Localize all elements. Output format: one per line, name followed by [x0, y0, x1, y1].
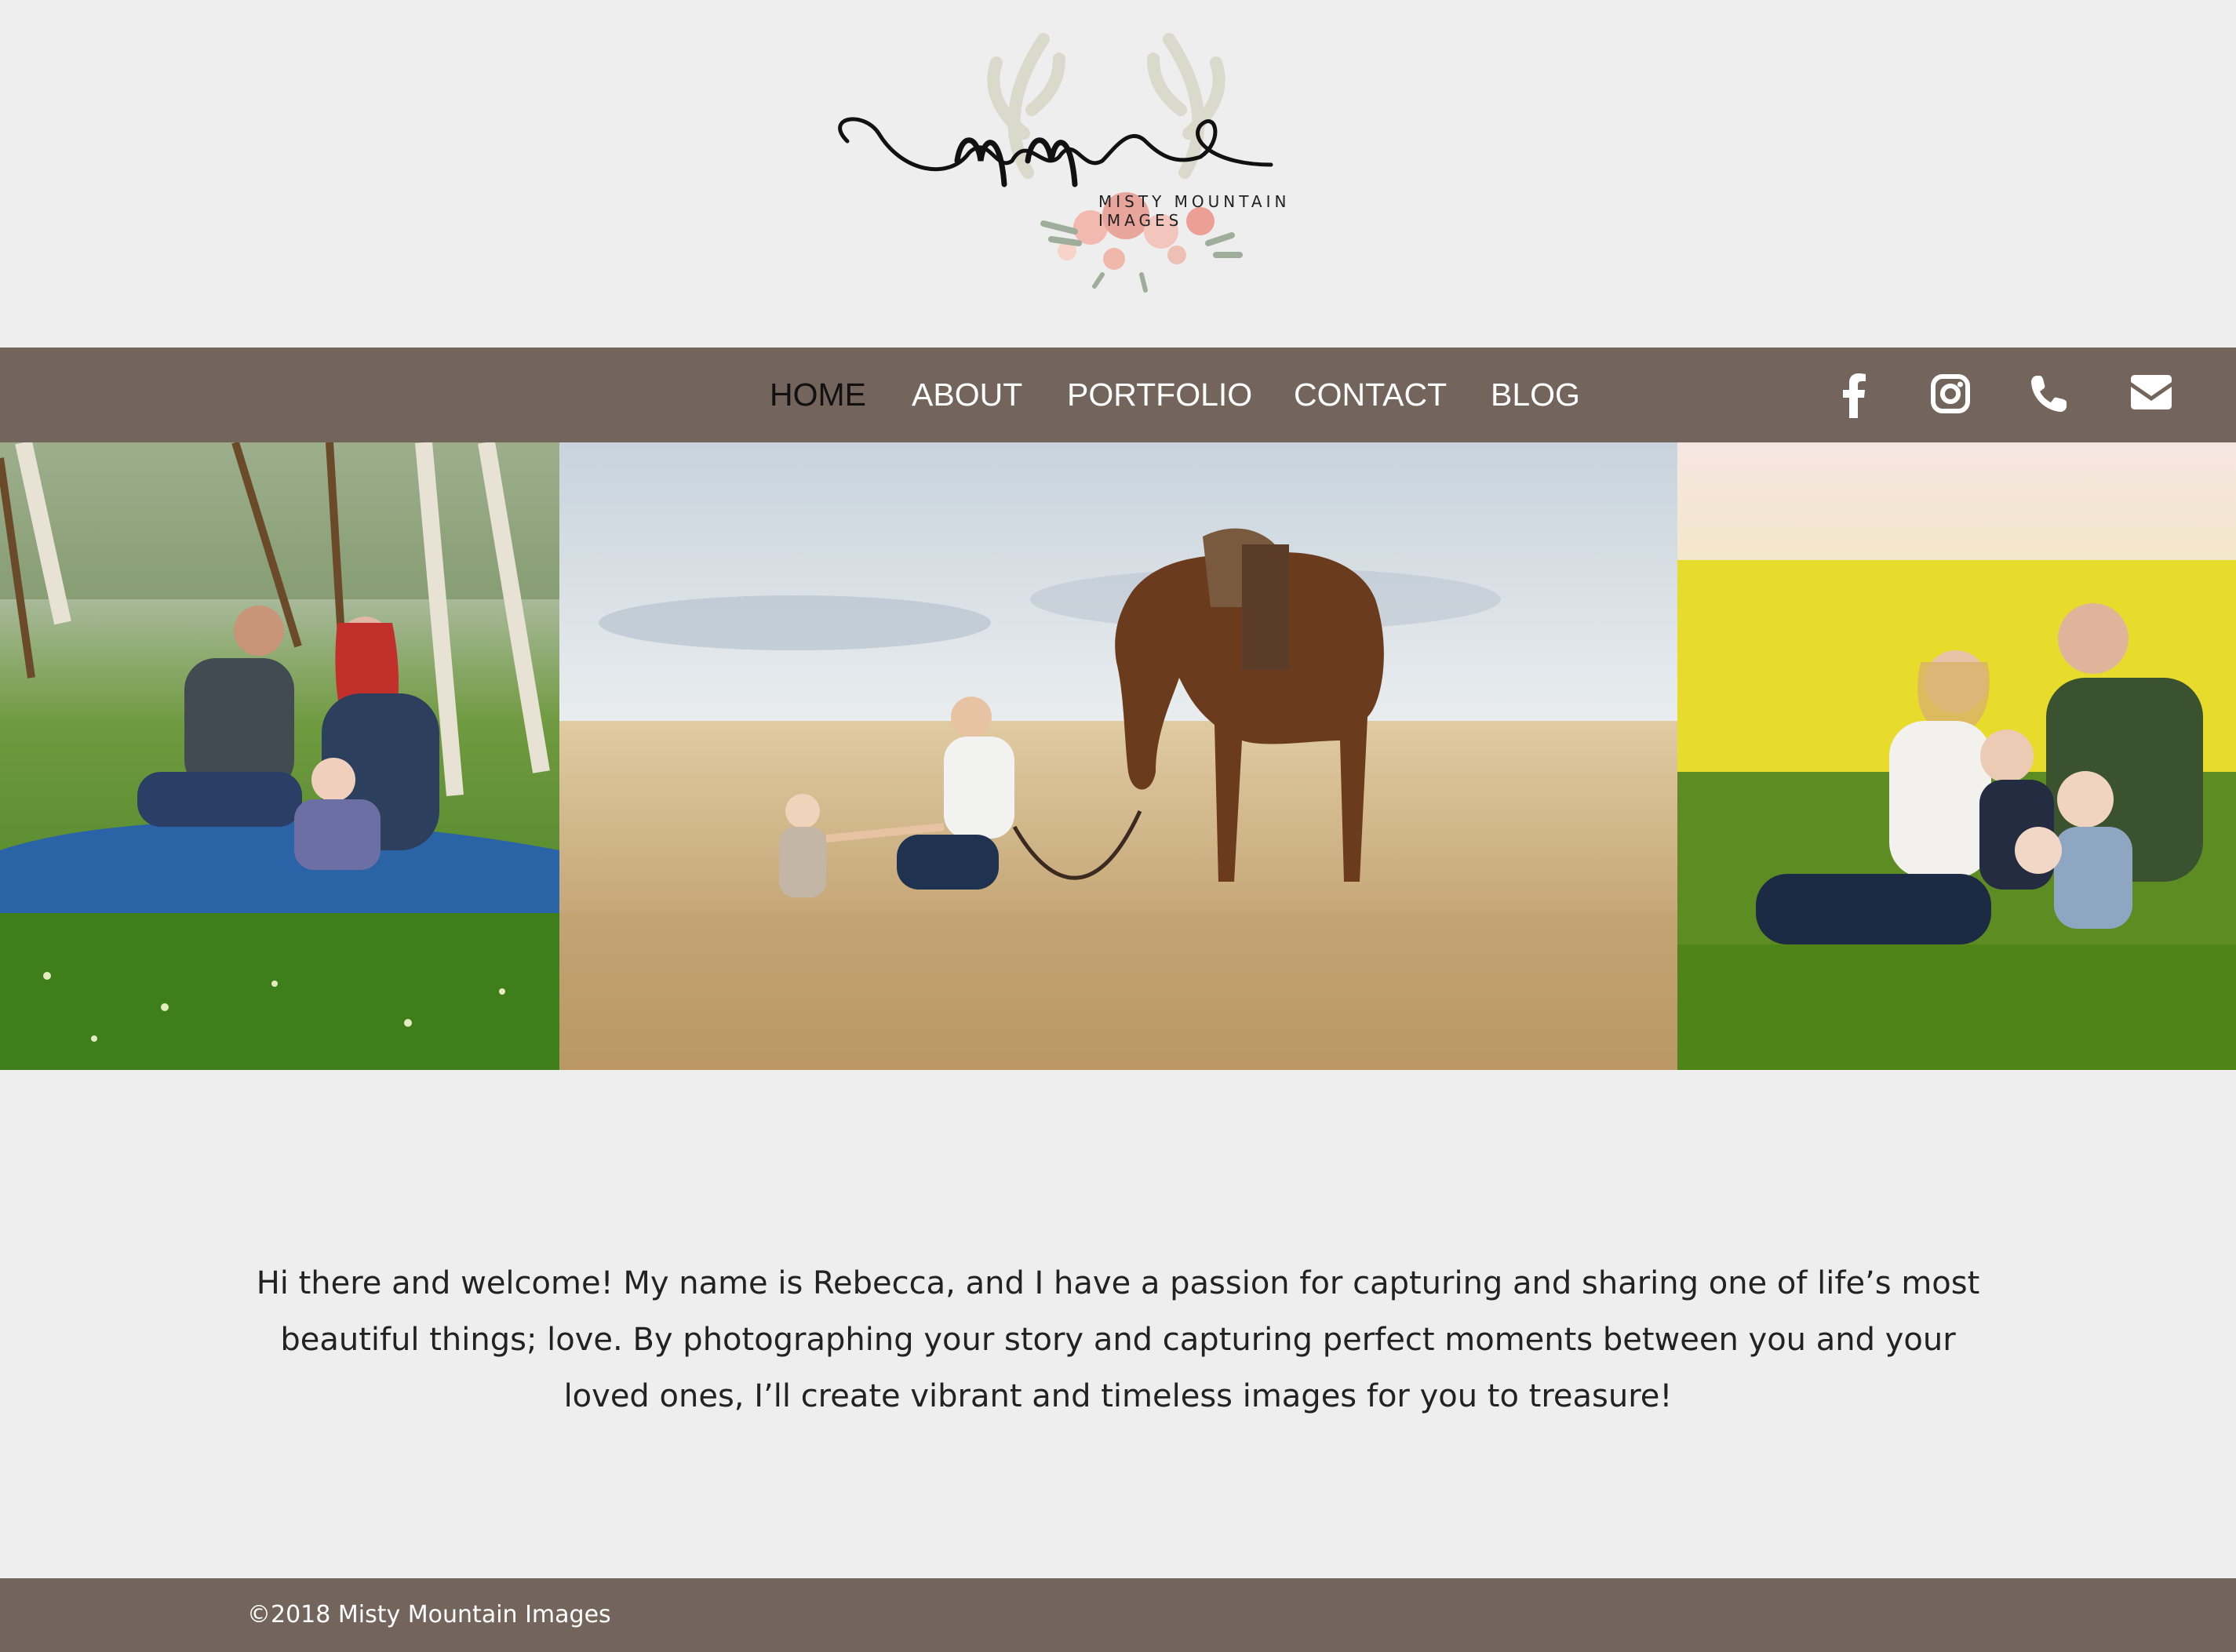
header: MISTY MOUNTAIN IMAGES	[0, 0, 2236, 348]
nav-menu: HOME ABOUT PORTFOLIO CONTACT BLOG	[0, 348, 2236, 442]
welcome-text: Hi there and welcome! My name is Rebecca…	[256, 1265, 1980, 1414]
nav-item-portfolio[interactable]: PORTFOLIO	[1067, 348, 1252, 442]
photo-strip	[0, 442, 2236, 1070]
navbar: HOME ABOUT PORTFOLIO CONTACT BLOG	[0, 348, 2236, 442]
footer: ©2018 Misty Mountain Images	[0, 1578, 2236, 1652]
nav-item-blog[interactable]: BLOG	[1491, 348, 1580, 442]
family-in-grass-photo	[0, 442, 559, 1070]
facebook-icon[interactable]	[1842, 373, 1866, 418]
email-icon[interactable]	[2129, 373, 2174, 412]
mother-child-horse-photo	[559, 442, 1677, 1070]
page: MISTY MOUNTAIN IMAGES HOME ABOUT PORTFOL…	[0, 0, 2236, 1652]
nav-item-contact[interactable]: CONTACT	[1294, 348, 1447, 442]
nav-item-home[interactable]: HOME	[770, 348, 866, 442]
logo-text: MISTY MOUNTAIN IMAGES	[1098, 192, 1291, 230]
instagram-icon[interactable]	[1930, 373, 1971, 415]
logo-graphic	[838, 33, 1273, 293]
footer-copyright: ©2018 Misty Mountain Images	[247, 1601, 611, 1628]
phone-icon[interactable]	[2029, 373, 2068, 415]
nav-item-about[interactable]: ABOUT	[912, 348, 1022, 442]
family-in-canola-field-photo	[1677, 442, 2236, 1070]
site-logo[interactable]: MISTY MOUNTAIN IMAGES	[832, 16, 1381, 306]
